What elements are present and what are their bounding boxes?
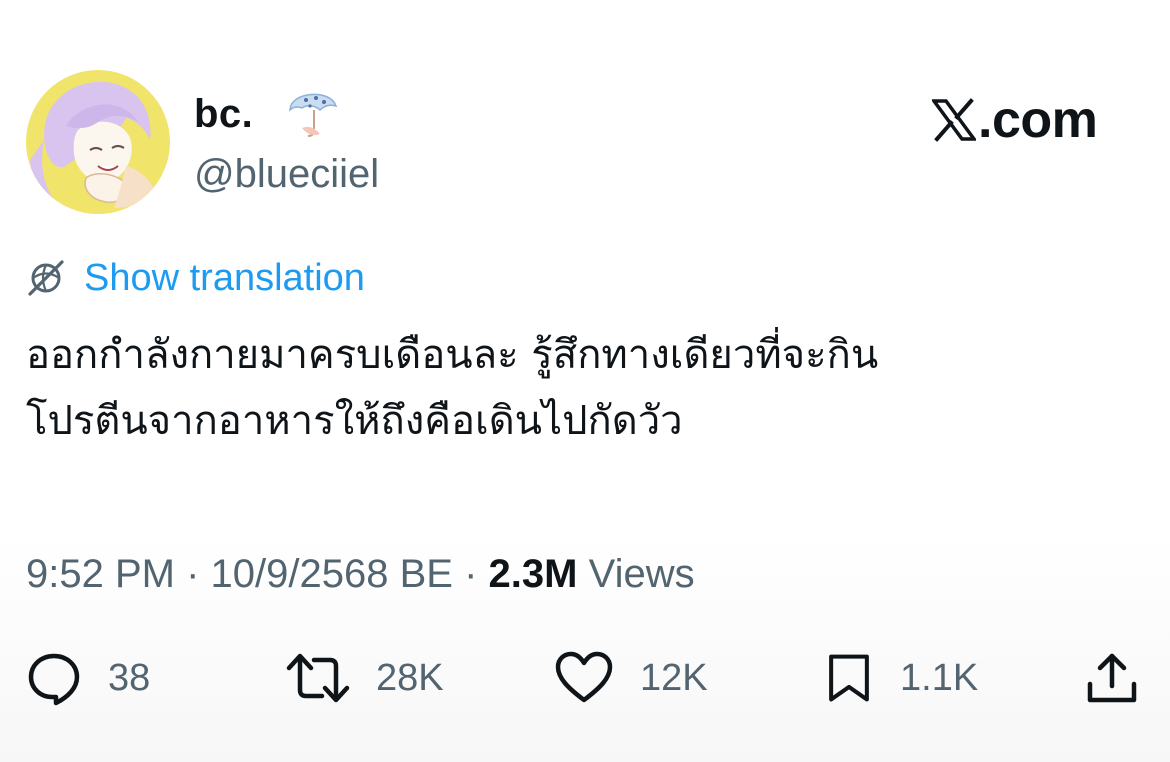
repost-count: 28K xyxy=(376,657,444,699)
tweet-date[interactable]: 10/9/2568 BE xyxy=(211,552,453,596)
tweet-line: โปรตีนจากอาหารให้ถึงคือเดินไปกัดวัว xyxy=(26,398,683,444)
tweet-text: ออกกำลังกายมาครบเดือนละ รู้สึกทางเดียวที… xyxy=(26,322,1146,454)
reply-icon xyxy=(28,653,80,706)
show-translation-link[interactable]: Show translation xyxy=(84,254,365,302)
site-domain: .com xyxy=(978,91,1098,149)
views-count: 2.3M xyxy=(488,552,578,596)
tweet-card: bc. @blueciiel .com Show translation ออก… xyxy=(0,0,1170,762)
action-bar: 38 28K 12K 1.1K xyxy=(0,648,1170,708)
bookmark-count: 1.1K xyxy=(900,657,979,699)
tweet-line: ออกกำลังกายมาครบเดือนละ รู้สึกทางเดียวที… xyxy=(26,332,879,378)
bookmark-icon xyxy=(829,654,869,702)
tweet-meta: 9:52 PM · 10/9/2568 BE · 2.3M Views xyxy=(26,548,695,600)
x-logo-icon xyxy=(932,98,976,142)
meta-separator: · xyxy=(186,552,200,596)
tweet-time[interactable]: 9:52 PM xyxy=(26,552,175,596)
reply-button[interactable]: 38 xyxy=(26,648,150,708)
globe-icon xyxy=(28,260,64,296)
site-brand: .com xyxy=(932,90,1098,150)
bookmark-button[interactable]: 1.1K xyxy=(824,648,978,708)
umbrella-badge-icon xyxy=(280,84,346,142)
repost-button[interactable]: 28K xyxy=(286,648,444,708)
share-button[interactable] xyxy=(1084,648,1140,708)
repost-icon xyxy=(286,653,350,703)
meta-separator: · xyxy=(464,552,478,596)
avatar[interactable] xyxy=(26,70,170,214)
like-button[interactable]: 12K xyxy=(554,648,708,708)
show-translation[interactable]: Show translation xyxy=(26,254,365,302)
like-count: 12K xyxy=(640,657,708,699)
handle[interactable]: @blueciiel xyxy=(194,148,379,200)
heart-icon xyxy=(555,651,613,703)
share-icon xyxy=(1087,653,1137,703)
views-label: Views xyxy=(588,552,695,596)
display-name[interactable]: bc. xyxy=(194,88,253,140)
reply-count: 38 xyxy=(108,657,151,699)
